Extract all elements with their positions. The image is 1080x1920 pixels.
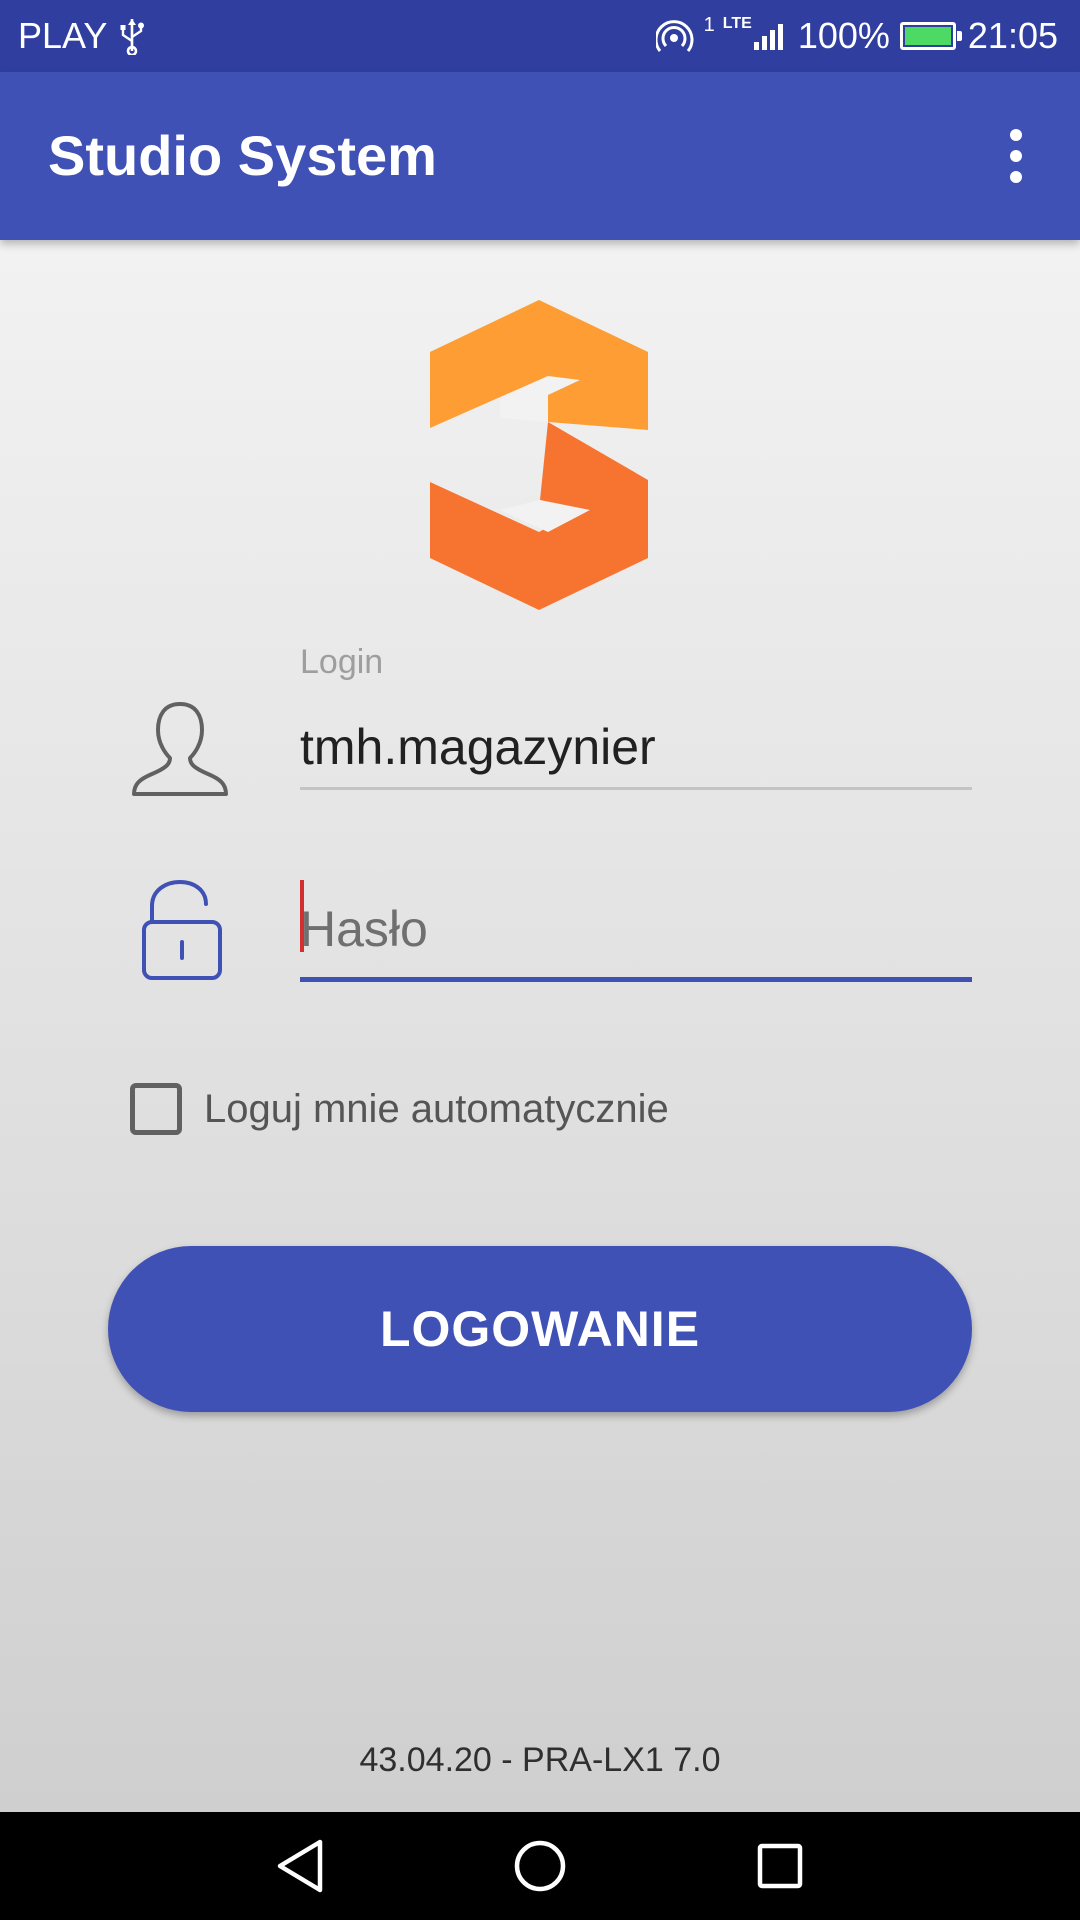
sim-slot-label: 1	[703, 14, 715, 36]
password-input[interactable]	[300, 880, 972, 982]
version-text: 43.04.20 - PRA-LX1 7.0	[359, 1741, 721, 1779]
battery-fill	[904, 27, 951, 45]
navigation-bar	[0, 1812, 1080, 1920]
status-bar: PLAY 1 LTE 100% 21:05	[0, 0, 1080, 72]
unlocked-lock-icon	[142, 879, 222, 980]
text-caret	[300, 880, 304, 952]
studio-system-logo-icon	[430, 300, 648, 610]
home-icon[interactable]	[506, 1832, 574, 1900]
overflow-dot	[1010, 129, 1022, 141]
auto-login-label[interactable]: Loguj mnie automatycznie	[204, 1086, 669, 1132]
overflow-dot	[1010, 150, 1022, 162]
battery-icon	[899, 22, 962, 50]
clock: 21:05	[967, 15, 1058, 56]
login-input[interactable]	[300, 706, 972, 790]
status-right: 1 LTE 100% 21:05	[655, 14, 1058, 58]
overflow-dot	[1010, 171, 1022, 183]
recents-icon[interactable]	[746, 1832, 814, 1900]
back-icon[interactable]	[266, 1832, 334, 1900]
auto-login-checkbox[interactable]	[130, 1083, 182, 1135]
login-button[interactable]: LOGOWANIE	[108, 1246, 972, 1412]
status-left: PLAY	[18, 14, 145, 58]
carrier-name: PLAY	[18, 15, 108, 56]
hotspot-icon	[655, 20, 694, 52]
login-label: Login	[300, 643, 384, 681]
app-title: Studio System	[48, 124, 437, 187]
user-icon	[132, 702, 228, 796]
battery-percent: 100%	[797, 15, 890, 56]
overflow-menu-icon[interactable]	[988, 124, 1044, 188]
signal-icon	[753, 24, 783, 50]
usb-icon	[120, 19, 145, 55]
network-type-label: LTE	[722, 15, 752, 32]
app-bar: Studio System	[0, 72, 1080, 240]
